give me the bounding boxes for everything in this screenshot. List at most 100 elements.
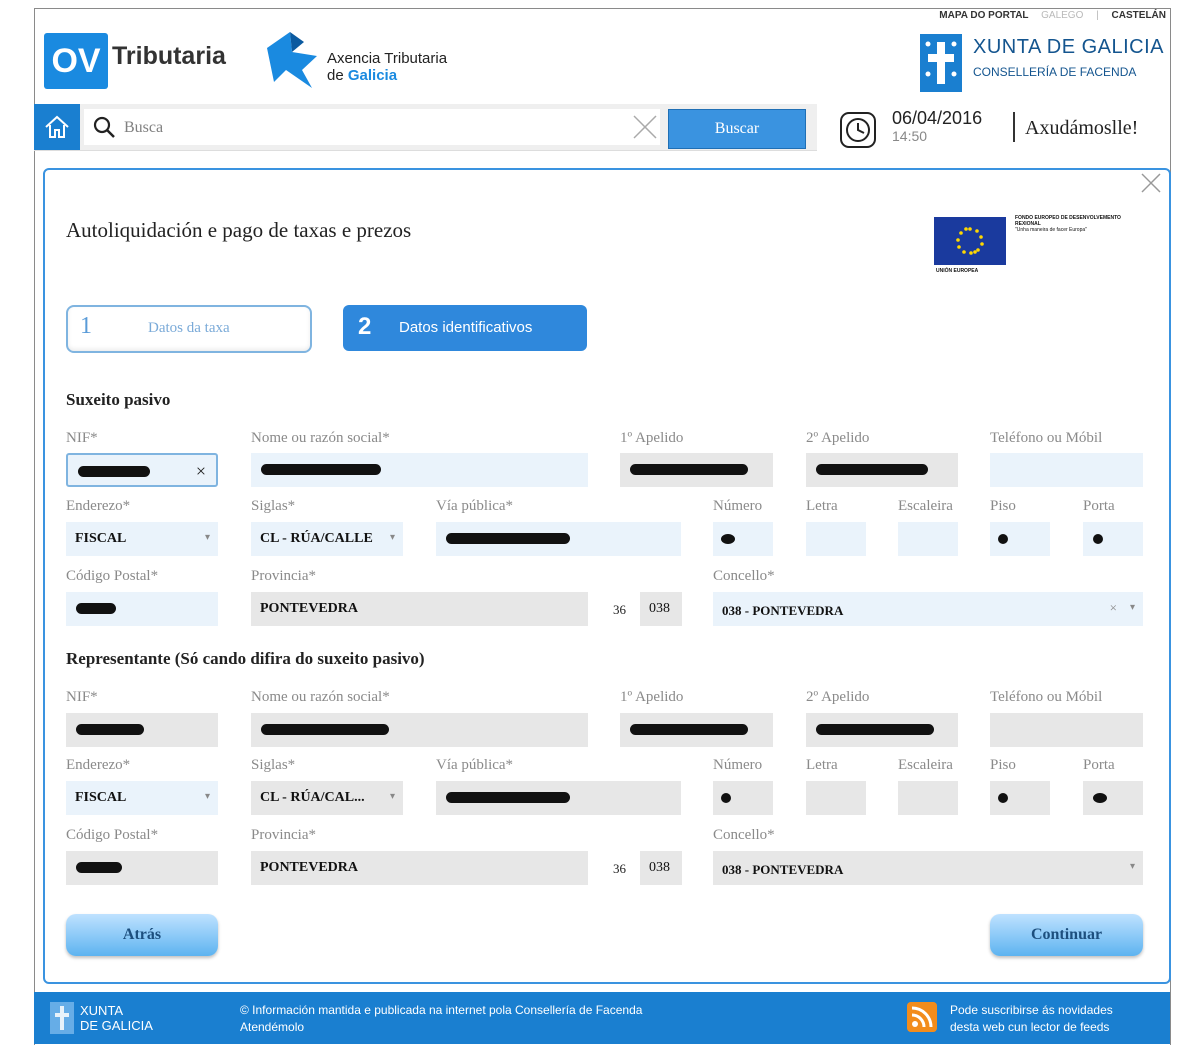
select-value: 038 - PONTEVEDRA: [722, 603, 844, 618]
address-type-select[interactable]: FISCAL ▾: [66, 522, 218, 556]
chevron-down-icon: ▾: [204, 791, 210, 802]
nif-input[interactable]: ×: [66, 453, 218, 487]
help-link[interactable]: Axudámoslle!: [1025, 117, 1138, 140]
close-icon[interactable]: [1140, 172, 1162, 194]
rep-letter-input[interactable]: [806, 781, 866, 815]
floor-input[interactable]: [990, 522, 1050, 556]
search-button[interactable]: Buscar: [668, 109, 806, 149]
step-1-tab[interactable]: 1 Datos da taxa: [66, 305, 312, 353]
chevron-down-icon: ▾: [1129, 602, 1135, 613]
field-label: Teléfono ou Móbil: [990, 689, 1103, 705]
field-label: 1º Apelido: [620, 689, 684, 705]
footer-rss-text[interactable]: Pode suscribirse ás novidades desta web …: [950, 1002, 1113, 1036]
rep-surname2-input[interactable]: [806, 713, 958, 747]
rep-street-input[interactable]: [436, 781, 681, 815]
field-value: PONTEVEDRA: [260, 601, 359, 616]
clock-icon: [840, 112, 876, 148]
field-label: Vía pública*: [436, 498, 514, 514]
street-input[interactable]: [436, 522, 681, 556]
number-input[interactable]: [713, 522, 773, 556]
redacted-value: [721, 534, 735, 544]
lang-castelan-link[interactable]: CASTELÁN: [1112, 10, 1166, 21]
chevron-down-icon: ▾: [389, 532, 395, 543]
divider: [1013, 112, 1015, 142]
current-time: 14:50: [892, 128, 928, 144]
surname1-input[interactable]: [620, 453, 773, 487]
redacted-value: [998, 534, 1008, 544]
rep-surname1-input[interactable]: [620, 713, 773, 747]
rep-phone-input[interactable]: [990, 713, 1143, 747]
rep-nif-input[interactable]: [66, 713, 218, 747]
clear-search-icon[interactable]: [632, 114, 658, 140]
rep-name-input[interactable]: [251, 713, 588, 747]
rep-door-input[interactable]: [1083, 781, 1143, 815]
field-label: Piso: [990, 757, 1016, 773]
field-label: Nome ou razón social*: [251, 689, 390, 705]
lang-galego-link[interactable]: GALEGO: [1041, 10, 1083, 21]
field-label: 2º Apelido: [806, 689, 870, 705]
section-title-suxeito: Suxeito pasivo: [66, 390, 171, 409]
redacted-value: [261, 464, 381, 475]
redacted-value: [261, 724, 389, 735]
rep-staircase-input[interactable]: [898, 781, 958, 815]
contact-link[interactable]: Atendémolo: [240, 1019, 642, 1036]
field-label: NIF*: [66, 689, 98, 705]
rep-floor-input[interactable]: [990, 781, 1050, 815]
continue-button[interactable]: Continuar: [990, 914, 1143, 956]
redacted-value: [1093, 534, 1103, 544]
redacted-value: [816, 724, 934, 735]
language-links: MAPA DO PORTAL GALEGO | CASTELÁN: [929, 10, 1166, 21]
field-label: Siglas*: [251, 757, 296, 773]
rep-number-input[interactable]: [713, 781, 773, 815]
field-label: 1º Apelido: [620, 430, 684, 446]
redacted-value: [816, 464, 928, 475]
home-button[interactable]: [34, 104, 80, 150]
field-label: NIF*: [66, 430, 98, 446]
street-type-select[interactable]: CL - RÚA/CALLE ▾: [251, 522, 403, 556]
field-label: Concello*: [713, 568, 775, 584]
door-input[interactable]: [1083, 522, 1143, 556]
atg-logo-icon: [267, 32, 317, 88]
select-value: FISCAL: [75, 790, 127, 805]
field-value: PONTEVEDRA: [260, 860, 359, 875]
step-2-tab[interactable]: 2 Datos identificativos: [343, 305, 587, 351]
rss-icon[interactable]: [907, 1002, 937, 1032]
phone-input[interactable]: [990, 453, 1143, 487]
letter-input[interactable]: [806, 522, 866, 556]
step-number: 2: [358, 313, 372, 340]
name-input[interactable]: [251, 453, 588, 487]
rep-street-type-select[interactable]: CL - RÚA/CAL... ▾: [251, 781, 403, 815]
redacted-value: [446, 533, 570, 544]
ov-logo[interactable]: OV: [44, 33, 108, 89]
search-input[interactable]: [122, 114, 626, 142]
field-label: Teléfono ou Móbil: [990, 430, 1103, 446]
portal-map-link[interactable]: MAPA DO PORTAL: [939, 10, 1028, 21]
field-label: Enderezo*: [66, 498, 131, 514]
step-label: Datos da taxa: [148, 320, 230, 336]
municipality-select[interactable]: 038 - PONTEVEDRA × ▾: [713, 592, 1143, 626]
page-title: Autoliquidación e pago de taxas e prezos: [66, 218, 412, 242]
surname2-input[interactable]: [806, 453, 958, 487]
postal-code-input[interactable]: [66, 592, 218, 626]
rep-postal-code-input[interactable]: [66, 851, 218, 885]
rep-municipality-select[interactable]: 038 - PONTEVEDRA ▾: [713, 851, 1143, 885]
province-code: 36: [613, 602, 626, 617]
field-label: Código Postal*: [66, 827, 159, 843]
staircase-input[interactable]: [898, 522, 958, 556]
back-button[interactable]: Atrás: [66, 914, 218, 956]
chevron-down-icon: ▾: [1129, 861, 1135, 872]
xunta-title: XUNTA DE GALICIA: [973, 36, 1165, 58]
municipality-code-field: 038: [640, 592, 682, 626]
step-label: Datos identificativos: [399, 319, 533, 336]
redacted-value: [446, 792, 570, 803]
province-field: PONTEVEDRA: [251, 592, 588, 626]
redacted-value: [630, 724, 748, 735]
field-label: Escaleira: [898, 498, 953, 514]
clear-icon[interactable]: ×: [196, 461, 206, 482]
footer-xunta-text: XUNTA DE GALICIA: [80, 1003, 153, 1033]
province-code: 36: [613, 861, 626, 876]
rep-address-type-select[interactable]: FISCAL ▾: [66, 781, 218, 815]
field-label: Enderezo*: [66, 757, 131, 773]
select-value: 038 - PONTEVEDRA: [722, 862, 844, 877]
clear-icon[interactable]: ×: [1110, 600, 1117, 616]
